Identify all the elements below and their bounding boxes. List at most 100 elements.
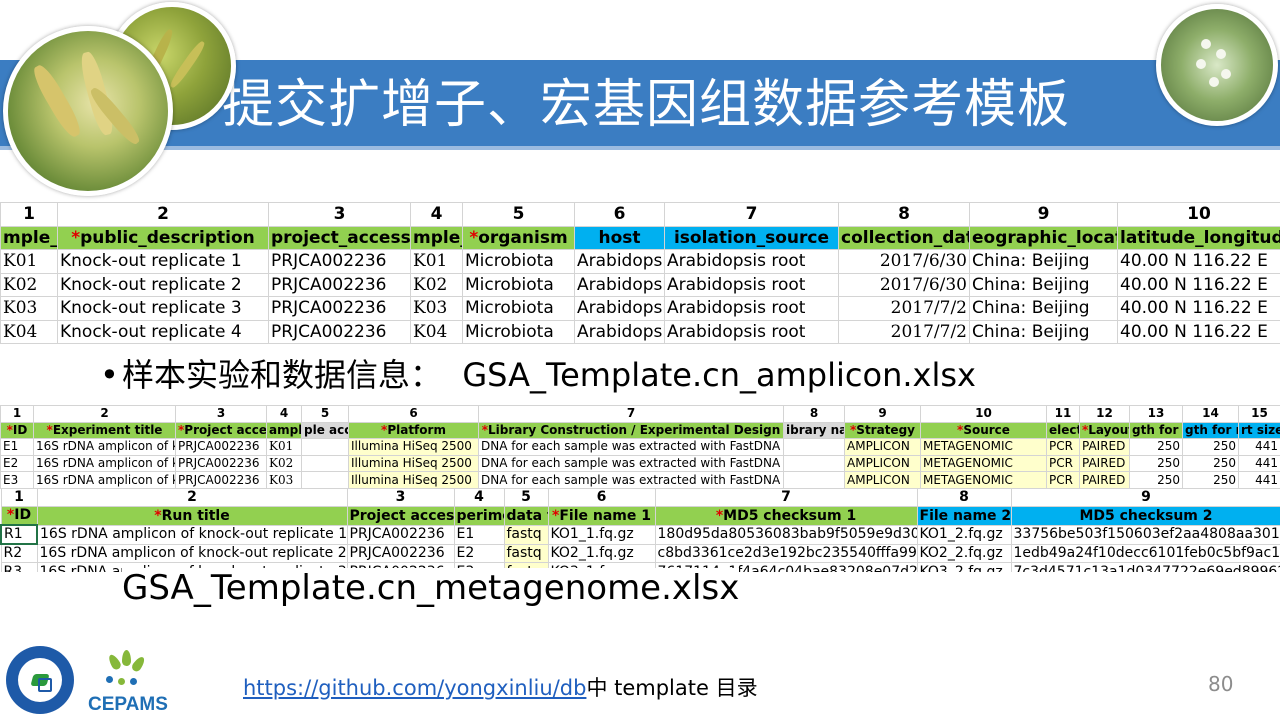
table-cell[interactable]: 441 (1238, 438, 1280, 456)
table-cell[interactable]: PAIRED (1079, 454, 1130, 473)
table-cell[interactable] (301, 454, 349, 473)
header-cell[interactable]: *Library Construction / Experimental Des… (478, 421, 784, 440)
table-cell[interactable]: K03 (0, 296, 58, 321)
header-cell[interactable]: *organism (462, 225, 575, 250)
table-cell[interactable]: PRJCA002236 (268, 296, 411, 321)
table-cell[interactable]: 16S rDNA amplicon of kr (33, 471, 176, 489)
table-cell[interactable]: PRJCA002236 (268, 272, 411, 297)
table-cell[interactable]: 441 (1238, 471, 1280, 489)
table-cell[interactable]: 250 (1129, 454, 1183, 473)
table-cell[interactable]: 180d95da80536083bab9f5059e9d300c (654, 524, 918, 545)
table-cell[interactable]: PAIRED (1079, 438, 1130, 456)
table-cell[interactable]: METAGENOMIC (920, 438, 1047, 456)
table-cell[interactable] (783, 471, 845, 489)
table-cell[interactable]: China: Beijing (969, 272, 1118, 297)
header-cell[interactable]: gth for r (1129, 421, 1183, 440)
table-cell[interactable]: E3 (0, 471, 34, 489)
table-cell[interactable]: KO3_2.fq.gz (916, 562, 1012, 572)
table-cell[interactable]: PCR (1046, 454, 1080, 473)
table-cell[interactable]: AMPLICON (844, 454, 921, 473)
header-cell[interactable]: ple acc (301, 421, 349, 440)
header-cell[interactable]: *MD5 checksum 1 (654, 506, 918, 526)
table-cell[interactable]: 16S rDNA amplicon of knock-out replicate… (36, 524, 348, 545)
table-cell[interactable]: DNA for each sample was extracted with F… (478, 438, 784, 456)
header-cell[interactable]: ibrary nam (783, 421, 845, 440)
header-cell[interactable]: ample (266, 421, 302, 440)
header-cell[interactable]: eographic_locatio (969, 225, 1118, 250)
table-cell[interactable]: Arabidopsis root (664, 296, 839, 321)
table-cell[interactable]: Knock-out replicate 3 (57, 296, 269, 321)
table-cell[interactable]: KO1_2.fq.gz (916, 524, 1012, 545)
table-cell[interactable] (301, 471, 349, 489)
table-cell[interactable]: Arabidopsi (574, 296, 665, 321)
header-cell[interactable]: *Run title (36, 506, 348, 526)
table-cell[interactable]: METAGENOMIC (920, 454, 1047, 473)
table-cell[interactable]: PCR (1046, 471, 1080, 489)
table-cell[interactable]: 250 (1129, 438, 1183, 456)
table-cell[interactable]: Illumina HiSeq 2500 (348, 454, 479, 473)
table-cell[interactable] (783, 454, 845, 473)
table-cell[interactable]: 2017/7/2 (838, 296, 970, 321)
table-cell[interactable]: Arabidopsi (574, 249, 665, 274)
header-cell[interactable]: *Layout (1079, 421, 1130, 440)
table-cell[interactable]: fastq (503, 524, 549, 545)
table-cell[interactable]: Illumina HiSeq 2500 (348, 438, 479, 456)
header-cell[interactable]: perimer (453, 506, 505, 526)
table-cell[interactable]: K03 (410, 296, 463, 321)
table-cell[interactable]: E1 (0, 438, 34, 456)
table-cell[interactable]: R2 (0, 543, 38, 564)
table-cell[interactable]: 441 (1238, 454, 1280, 473)
header-cell[interactable]: mple_n (0, 225, 58, 250)
table-cell[interactable]: fastq (503, 543, 549, 564)
header-cell[interactable]: *public_description (57, 225, 269, 250)
table-cell[interactable]: R1 (0, 524, 38, 546)
table-cell[interactable]: 250 (1182, 438, 1239, 456)
table-cell[interactable]: PCR (1046, 438, 1080, 456)
table-cell[interactable]: 7c3d4571c13a1d0347722e69ed899628 (1010, 562, 1280, 572)
table-cell[interactable]: 2017/6/30 (838, 272, 970, 297)
table-cell[interactable]: 16S rDNA amplicon of knock-out replicate… (36, 543, 348, 564)
table-cell[interactable]: K02 (410, 272, 463, 297)
header-cell[interactable]: Project access (346, 506, 455, 526)
table-cell[interactable]: PAIRED (1079, 471, 1130, 489)
table-cell[interactable]: Illumina HiSeq 2500 (348, 471, 479, 489)
header-cell[interactable]: *Strategy (844, 421, 921, 440)
table-cell[interactable]: KO2_1.fq.gz (547, 543, 656, 564)
table-cell[interactable]: China: Beijing (969, 249, 1118, 274)
header-cell[interactable]: mple_ (410, 225, 463, 250)
header-cell[interactable]: *Source (920, 421, 1047, 440)
header-cell[interactable]: File name 2 (916, 506, 1012, 526)
table-cell[interactable]: K04 (410, 319, 463, 344)
table-cell[interactable]: Knock-out replicate 4 (57, 319, 269, 344)
header-cell[interactable]: rt size (1238, 421, 1280, 440)
table-cell[interactable]: E1 (453, 524, 505, 545)
table-cell[interactable]: METAGENOMIC (920, 471, 1047, 489)
table-cell[interactable]: K02 (0, 272, 58, 297)
table-cell[interactable]: Knock-out replicate 1 (57, 249, 269, 274)
table-cell[interactable]: China: Beijing (969, 296, 1118, 321)
table-cell[interactable]: 40.00 N 116.22 E (1117, 296, 1280, 321)
table-cell[interactable]: Arabidopsi (574, 319, 665, 344)
table-cell[interactable]: PRJCA002236 (346, 524, 455, 545)
table-cell[interactable]: 40.00 N 116.22 E (1117, 249, 1280, 274)
header-cell[interactable]: data fil (503, 506, 549, 526)
table-cell[interactable]: DNA for each sample was extracted with F… (478, 454, 784, 473)
header-cell[interactable]: *Project access (175, 421, 267, 440)
table-cell[interactable]: Microbiota (462, 296, 575, 321)
table-cell[interactable]: R3 (0, 562, 38, 572)
table-cell[interactable] (301, 438, 349, 456)
table-cell[interactable]: Microbiota (462, 249, 575, 274)
header-cell[interactable]: isolation_source (664, 225, 839, 250)
table-cell[interactable]: K01 (266, 438, 302, 456)
header-cell[interactable]: *ID (0, 421, 34, 440)
header-cell[interactable]: *Experiment title (33, 421, 176, 440)
header-cell[interactable]: *ID (0, 506, 38, 526)
header-cell[interactable]: project_accessio (268, 225, 411, 250)
table-cell[interactable]: c8bd3361ce2d3e192bc235540fffa995 (654, 543, 918, 564)
table-cell[interactable]: Microbiota (462, 319, 575, 344)
table-cell[interactable]: 33756be503f150603ef2aa4808aa3016 (1010, 524, 1280, 545)
table-cell[interactable]: 2017/7/2 (838, 319, 970, 344)
table-cell[interactable]: 40.00 N 116.22 E (1117, 272, 1280, 297)
header-cell[interactable]: electi (1046, 421, 1080, 440)
header-cell[interactable]: host (574, 225, 665, 250)
